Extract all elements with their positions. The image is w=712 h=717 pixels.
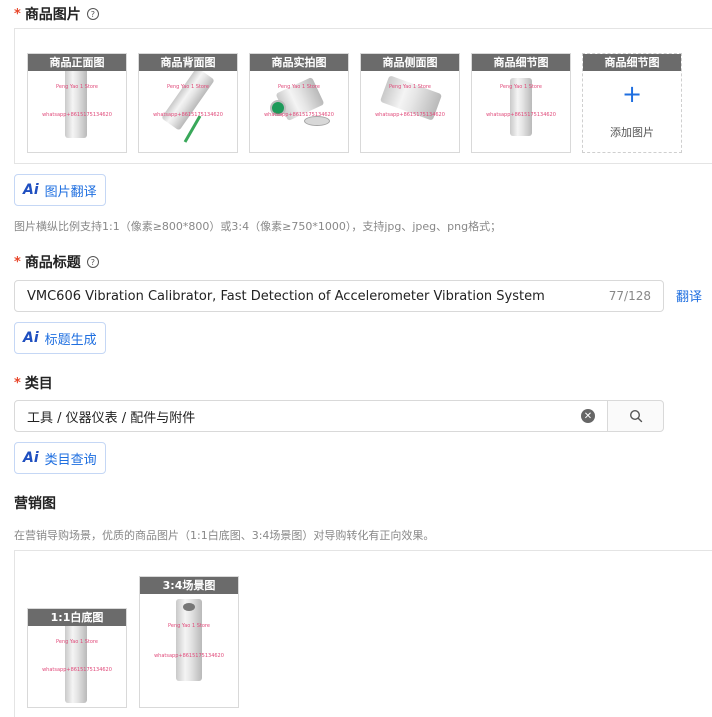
title-section-label: * 商品标题 ?	[14, 252, 99, 272]
marketing-panel: 1:1白底图 Peng Yao 1 Store whatsapp+8615175…	[14, 550, 712, 717]
thumb-tag: 商品正面图	[28, 54, 126, 71]
category-section-label: * 类目	[14, 373, 53, 393]
watermark-store: Peng Yao 1 Store	[56, 84, 98, 90]
title-generate-label: 标题生成	[44, 332, 97, 348]
question-circle-icon[interactable]: ?	[86, 8, 99, 20]
images-section-label: * 商品图片 ?	[14, 4, 99, 24]
product-image	[176, 599, 202, 681]
category-query-button[interactable]: Ai 类目查询	[14, 442, 106, 474]
ai-icon: Ai	[23, 450, 39, 466]
thumb-real-shot[interactable]: 商品实拍图 Peng Yao 1 Store whatsapp+86151751…	[249, 53, 349, 153]
watermark-contact: whatsapp+8615175134620	[153, 112, 223, 118]
thumb-front[interactable]: 商品正面图 Peng Yao 1 Store whatsapp+86151751…	[27, 53, 127, 153]
title-char-counter: 77/128	[608, 289, 651, 303]
watermark-contact: whatsapp+8615175134620	[42, 112, 112, 118]
category-label-text: 类目	[24, 376, 53, 392]
watermark-contact: whatsapp+8615175134620	[154, 653, 224, 659]
watermark-store: Peng Yao 1 Store	[500, 84, 542, 90]
product-image	[65, 623, 87, 703]
thumb-side[interactable]: 商品侧面图 Peng Yao 1 Store whatsapp+86151751…	[360, 53, 460, 153]
thumb-detail[interactable]: 商品细节图 Peng Yao 1 Store whatsapp+86151751…	[471, 53, 571, 153]
watermark-store: Peng Yao 1 Store	[167, 84, 209, 90]
ai-icon: Ai	[23, 330, 39, 346]
translate-link[interactable]: 翻译	[676, 286, 702, 305]
add-image-box[interactable]: 商品细节图 + 添加图片	[582, 53, 682, 153]
category-input-value: 工具 / 仪器仪表 / 配件与附件	[27, 410, 196, 426]
category-input[interactable]: 工具 / 仪器仪表 / 配件与附件 ✕	[14, 400, 608, 432]
watermark-store: Peng Yao 1 Store	[168, 623, 210, 629]
watermark-contact: whatsapp+8615175134620	[375, 112, 445, 118]
thumb-back[interactable]: 商品背面图 Peng Yao 1 Store whatsapp+86151751…	[138, 53, 238, 153]
thumb-tag: 商品侧面图	[361, 54, 459, 71]
image-format-hint: 图片横纵比例支持1:1（像素≥800*800）或3:4（像素≥750*1000）…	[14, 220, 502, 233]
watermark-contact: whatsapp+8615175134620	[42, 667, 112, 673]
category-search-button[interactable]	[607, 400, 664, 432]
marketing-hint: 在营销导购场景，优质的商品图片（1:1白底图、3:4场景图）对导购转化有正向效果…	[14, 529, 435, 542]
required-mark: *	[14, 254, 21, 270]
required-mark: *	[14, 6, 21, 22]
thumb-tag: 3:4场景图	[140, 577, 238, 594]
search-icon	[629, 409, 642, 423]
add-box-tag: 商品细节图	[583, 54, 681, 71]
title-label-text: 商品标题	[24, 255, 81, 271]
plus-icon: +	[621, 80, 643, 108]
ai-icon: Ai	[23, 182, 39, 198]
thumb-tag: 1:1白底图	[28, 609, 126, 626]
thumb-scene[interactable]: 3:4场景图 Peng Yao 1 Store whatsapp+8615175…	[139, 576, 239, 708]
thumb-tag: 商品实拍图	[250, 54, 348, 71]
watermark-contact: whatsapp+8615175134620	[486, 112, 556, 118]
images-label-text: 商品图片	[24, 7, 81, 23]
marketing-section-label: 营销图	[14, 493, 56, 513]
title-generate-button[interactable]: Ai 标题生成	[14, 322, 106, 354]
title-input-value: VMC606 Vibration Calibrator, Fast Detect…	[27, 288, 545, 304]
title-input[interactable]: VMC606 Vibration Calibrator, Fast Detect…	[14, 280, 664, 312]
required-mark: *	[14, 375, 21, 391]
category-query-label: 类目查询	[44, 452, 97, 468]
image-translate-label: 图片翻译	[44, 184, 97, 200]
watermark-store: Peng Yao 1 Store	[389, 84, 431, 90]
product-image	[65, 68, 87, 138]
watermark-contact: whatsapp+8615175134620	[264, 112, 334, 118]
image-translate-button[interactable]: Ai 图片翻译	[14, 174, 106, 206]
marketing-label-text: 营销图	[14, 496, 56, 512]
add-image-label: 添加图片	[610, 126, 654, 139]
watermark-store: Peng Yao 1 Store	[278, 84, 320, 90]
question-circle-icon[interactable]: ?	[86, 256, 99, 268]
clear-circle-icon[interactable]: ✕	[581, 409, 595, 423]
product-top	[183, 603, 195, 611]
images-panel: 商品正面图 Peng Yao 1 Store whatsapp+86151751…	[14, 28, 712, 164]
watermark-store: Peng Yao 1 Store	[56, 639, 98, 645]
product-image	[161, 67, 215, 131]
thumb-white-background[interactable]: 1:1白底图 Peng Yao 1 Store whatsapp+8615175…	[27, 608, 127, 708]
thumb-tag: 商品细节图	[472, 54, 570, 71]
thumb-tag: 商品背面图	[139, 54, 237, 71]
